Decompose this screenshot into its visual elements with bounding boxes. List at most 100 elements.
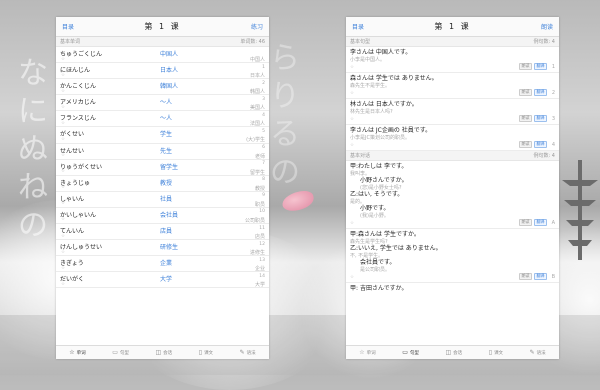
audio-button[interactable]: 朗读: [519, 219, 532, 226]
word-kanji[interactable]: 先生: [160, 146, 172, 155]
tab-label: 单词: [76, 350, 86, 356]
word-kanji[interactable]: 留学生: [160, 162, 178, 171]
word-row[interactable]: かいしゃいん 会社員 ☆ 10 公司职员: [56, 208, 269, 225]
word-row[interactable]: だいがく 大学 ☆ 14 大学: [56, 272, 269, 289]
word-row[interactable]: てんいん 店員 ☆ 11 店员: [56, 224, 269, 241]
favorite-star-icon[interactable]: ☆: [61, 185, 65, 190]
favorite-star-icon[interactable]: ☆: [350, 65, 354, 70]
word-row[interactable]: きょうじゅ 教授 ☆ 8 教授: [56, 176, 269, 192]
word-kana: かいしゃいん: [60, 211, 97, 219]
word-kanji[interactable]: 大学: [160, 274, 172, 283]
tab-vocab[interactable]: ☆ 单词: [359, 349, 375, 356]
tab-text[interactable]: ▯ 课文: [198, 348, 213, 356]
word-count: 单词数: 46: [240, 39, 265, 45]
word-kanji[interactable]: 学生: [160, 129, 172, 138]
translate-button[interactable]: 翻译: [534, 115, 547, 122]
favorite-star-icon[interactable]: ☆: [61, 137, 65, 142]
word-row[interactable]: りゅうがくせい 留学生 ☆ 7 留学生: [56, 160, 269, 176]
audio-button[interactable]: 朗读: [519, 115, 532, 122]
tab-grammar[interactable]: ✎ 语法: [240, 349, 256, 356]
favorite-star-icon[interactable]: ☆: [61, 89, 65, 94]
favorite-star-icon[interactable]: ☆: [61, 169, 65, 174]
tab-patterns[interactable]: ▭ 句型: [402, 349, 419, 356]
word-row[interactable]: がくせい 学生 ☆ 5 (大)学生: [56, 127, 269, 144]
dialog-block-c[interactable]: 甲: 吉田さんですか。: [346, 283, 559, 295]
translate-button[interactable]: 翻译: [534, 273, 547, 280]
toc-button[interactable]: 目录: [62, 22, 74, 31]
audio-button[interactable]: 朗读: [519, 273, 532, 280]
tab-text[interactable]: ▯ 课文: [489, 349, 503, 356]
favorite-star-icon[interactable]: ☆: [350, 221, 354, 226]
word-row[interactable]: フランスじん ～人 ☆ 4 法国人: [56, 111, 269, 128]
sentence-block[interactable]: 李さんは 中国人です。 小李是中国人。 ☆ 朗读 翻译 1: [346, 47, 559, 73]
sentence-jp: 森さんは 学生ですか。: [358, 231, 420, 238]
read-aloud-button[interactable]: 朗读: [541, 22, 553, 31]
favorite-star-icon[interactable]: ☆: [350, 117, 354, 122]
word-kanji[interactable]: 中国人: [160, 49, 178, 58]
word-kanji[interactable]: 教授: [160, 178, 172, 187]
audio-button[interactable]: 朗读: [519, 63, 532, 70]
translate-button[interactable]: 翻译: [534, 63, 547, 70]
translate-button[interactable]: 翻译: [534, 141, 547, 148]
word-meaning: 进修生: [249, 250, 265, 257]
translate-button[interactable]: 翻译: [534, 89, 547, 96]
audio-button[interactable]: 朗读: [519, 89, 532, 96]
vocab-tab-bar: ☆ 单词 ▭ 句型 ◫ 会话 ▯ 课文 ✎ 语法: [56, 345, 269, 359]
toc-button[interactable]: 目录: [352, 22, 364, 31]
favorite-star-icon[interactable]: ☆: [61, 121, 65, 126]
word-kanji[interactable]: 会社員: [160, 210, 178, 219]
dialog-section-header: 基本对话 例句数: 4: [346, 151, 559, 161]
favorite-star-icon[interactable]: ☆: [61, 153, 65, 158]
sentence-block[interactable]: 森さんは 学生では ありません。 森先生不是学生。 ☆ 朗读 翻译 2: [346, 73, 559, 99]
sentence-count: 例句数: 4: [533, 39, 555, 45]
sentence-block[interactable]: 李さんは JC企画の 社員です。 小李是JC策划公司的职员。 ☆ 朗读 翻译 4: [346, 125, 559, 151]
audio-button[interactable]: 朗读: [519, 141, 532, 148]
word-row[interactable]: ちゅうごくじん 中国人 ☆ 中国人: [56, 47, 269, 64]
tab-dialog[interactable]: ◫ 会话: [446, 349, 463, 356]
dialog-block[interactable]: 甲:森さんは 学生ですか。 森先生是学生吗? 乙:いいえ, 学生では ありません。不…: [346, 229, 559, 283]
section-label: 基本单词: [60, 39, 81, 45]
tab-grammar[interactable]: ✎ 语法: [530, 349, 546, 356]
dialog-line: 乙:はい, そうです。: [350, 191, 555, 199]
tab-patterns[interactable]: ▭ 句型: [112, 349, 129, 356]
favorite-star-icon[interactable]: ☆: [61, 57, 65, 62]
favorite-star-icon[interactable]: ☆: [61, 105, 65, 110]
word-row[interactable]: にほんじん 日本人 ☆ 1 日本人: [56, 63, 269, 80]
word-kanji[interactable]: 企業: [160, 258, 172, 267]
translate-button[interactable]: 翻译: [534, 219, 547, 226]
favorite-star-icon[interactable]: ☆: [61, 282, 65, 287]
word-row[interactable]: かんこくじん 韓国人 ☆ 2 韩国人: [56, 79, 269, 96]
word-kanji[interactable]: 韓国人: [160, 81, 178, 90]
word-row[interactable]: アメリカじん ～人 ☆ 3 美国人: [56, 95, 269, 112]
tab-vocab[interactable]: ☆ 单词: [69, 349, 86, 356]
word-row[interactable]: せんせい 先生 ☆ 6 老师: [56, 144, 269, 160]
favorite-star-icon[interactable]: ☆: [350, 143, 354, 148]
tab-label: 语法: [536, 350, 546, 356]
word-kanji[interactable]: 研修生: [160, 242, 178, 251]
practice-button[interactable]: 练习: [251, 22, 263, 31]
dialog-block[interactable]: 甲:わたしは 李です。 我叫李。 小野さんですか。 (您)是小野女士吗? 乙:はい, そ…: [346, 161, 559, 229]
favorite-star-icon[interactable]: ☆: [61, 217, 65, 222]
word-kanji[interactable]: 社員: [160, 194, 172, 203]
sentence-jp: 小野さんですか。: [360, 177, 408, 184]
word-kanji[interactable]: ～人: [160, 113, 172, 122]
favorite-star-icon[interactable]: ☆: [350, 275, 354, 280]
tab-dialog[interactable]: ◫ 会话: [156, 349, 173, 356]
sentence-block[interactable]: 林さんは 日本人ですか。 林先生是日本人吗? ☆ 朗读 翻译 3: [346, 99, 559, 125]
pattern-section-header: 基本句型 例句数: 4: [346, 37, 559, 47]
word-kanji[interactable]: 日本人: [160, 65, 178, 74]
favorite-star-icon[interactable]: ☆: [350, 91, 354, 96]
block-number: B: [551, 273, 555, 280]
favorite-star-icon[interactable]: ☆: [61, 201, 65, 206]
book-icon: ▯: [198, 348, 203, 356]
favorite-star-icon[interactable]: ☆: [61, 250, 65, 255]
favorite-star-icon[interactable]: ☆: [61, 266, 65, 271]
section-label: 基本句型: [350, 39, 371, 45]
word-row[interactable]: けんしゅうせい 研修生 ☆ 12 进修生: [56, 240, 269, 257]
word-kanji[interactable]: 店員: [160, 226, 172, 235]
favorite-star-icon[interactable]: ☆: [61, 73, 65, 78]
word-row[interactable]: きぎょう 企業 ☆ 13 企业: [56, 256, 269, 273]
favorite-star-icon[interactable]: ☆: [61, 234, 65, 239]
word-row[interactable]: しゃいん 社員 ☆ 9 职员: [56, 192, 269, 208]
word-kanji[interactable]: ～人: [160, 97, 172, 106]
